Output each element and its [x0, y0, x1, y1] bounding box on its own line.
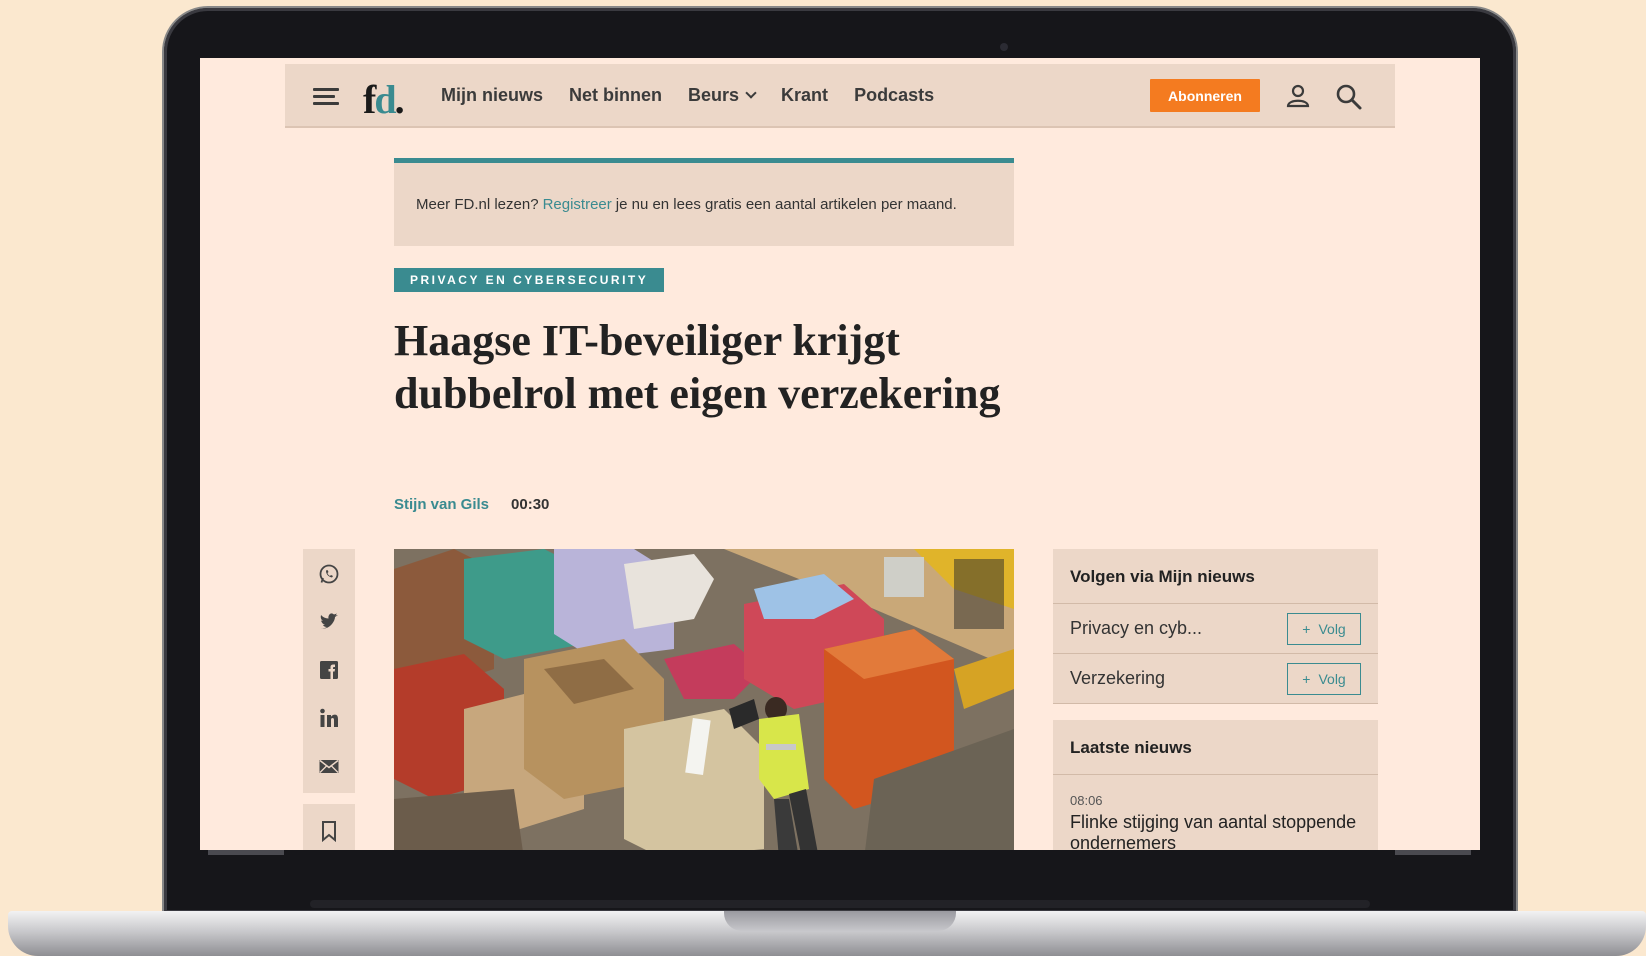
- category-tag[interactable]: PRIVACY EN CYBERSECURITY: [394, 268, 665, 292]
- user-icon[interactable]: [1285, 83, 1311, 109]
- nav-net-binnen[interactable]: Net binnen: [569, 85, 662, 106]
- nav-links: Mijn nieuws Net binnen Beurs Krant Podca…: [441, 64, 934, 126]
- facebook-icon[interactable]: [318, 659, 340, 681]
- subscribe-button[interactable]: Abonneren: [1150, 79, 1260, 112]
- register-text-before: Meer FD.nl lezen?: [416, 196, 539, 213]
- follow-button[interactable]: + Volg: [1287, 662, 1361, 695]
- mail-icon[interactable]: [318, 755, 340, 777]
- follow-button[interactable]: + Volg: [1287, 612, 1361, 645]
- nav-mijn-nieuws[interactable]: Mijn nieuws: [441, 85, 543, 106]
- bookmark-icon[interactable]: [320, 820, 338, 842]
- latest-news-title: Laatste nieuws: [1053, 720, 1378, 775]
- twitter-icon[interactable]: [318, 611, 340, 633]
- share-bar: [303, 549, 355, 793]
- laptop-hinge: [310, 900, 1370, 908]
- camera: [1000, 43, 1008, 51]
- author-link[interactable]: Stijn van Gils: [394, 496, 489, 513]
- plus-icon: +: [1302, 670, 1311, 687]
- nav-beurs-label: Beurs: [688, 84, 740, 105]
- browser-screen: fd. Mijn nieuws Net binnen Beurs Krant P…: [200, 58, 1480, 850]
- nav-podcasts[interactable]: Podcasts: [854, 85, 934, 106]
- hero-image: [394, 549, 1014, 850]
- publish-time: 00:30: [511, 496, 550, 513]
- chevron-down-icon: [745, 86, 757, 99]
- latest-news-panel: Laatste nieuws 08:06 Flinke stijging van…: [1053, 720, 1378, 850]
- whatsapp-icon[interactable]: [318, 563, 340, 585]
- linkedin-icon[interactable]: [318, 707, 340, 729]
- follow-row-label: Privacy en cyb...: [1070, 618, 1203, 638]
- follow-button-label: Volg: [1318, 620, 1346, 637]
- follow-row-privacy: Privacy en cyb... + Volg: [1053, 604, 1378, 654]
- register-banner: Meer FD.nl lezen? Registreer je nu en le…: [394, 158, 1014, 246]
- nav-krant[interactable]: Krant: [781, 85, 828, 106]
- follow-row-label: Verzekering: [1070, 668, 1166, 688]
- byline: Stijn van Gils 00:30: [394, 496, 549, 513]
- register-link[interactable]: Registreer: [543, 196, 612, 213]
- menu-icon[interactable]: [313, 88, 339, 106]
- bookmark-box: [303, 804, 355, 850]
- register-text-after: je nu en lees gratis een aantal artikele…: [615, 196, 957, 213]
- list-item[interactable]: 08:06 Flinke stijging van aantal stoppen…: [1053, 775, 1378, 850]
- follow-panel: Volgen via Mijn nieuws Privacy en cyb...…: [1053, 549, 1378, 704]
- article-headline: Haagse IT-beveiliger krijgt dubbelrol me…: [394, 316, 1001, 418]
- news-time: 08:06: [1070, 793, 1103, 808]
- follow-panel-title: Volgen via Mijn nieuws: [1053, 549, 1378, 604]
- follow-button-label: Volg: [1318, 670, 1346, 687]
- news-title[interactable]: Flinke stijging van aantal stoppende ond…: [1070, 812, 1361, 850]
- laptop-notch: [724, 911, 956, 931]
- top-navigation: fd. Mijn nieuws Net binnen Beurs Krant P…: [285, 64, 1395, 128]
- plus-icon: +: [1302, 620, 1311, 637]
- search-icon[interactable]: [1335, 83, 1363, 111]
- follow-row-verzekering: Verzekering + Volg: [1053, 654, 1378, 704]
- nav-beurs[interactable]: Beurs: [688, 84, 757, 106]
- fd-logo[interactable]: fd.: [363, 76, 405, 123]
- warehouse-illustration: [394, 549, 1014, 850]
